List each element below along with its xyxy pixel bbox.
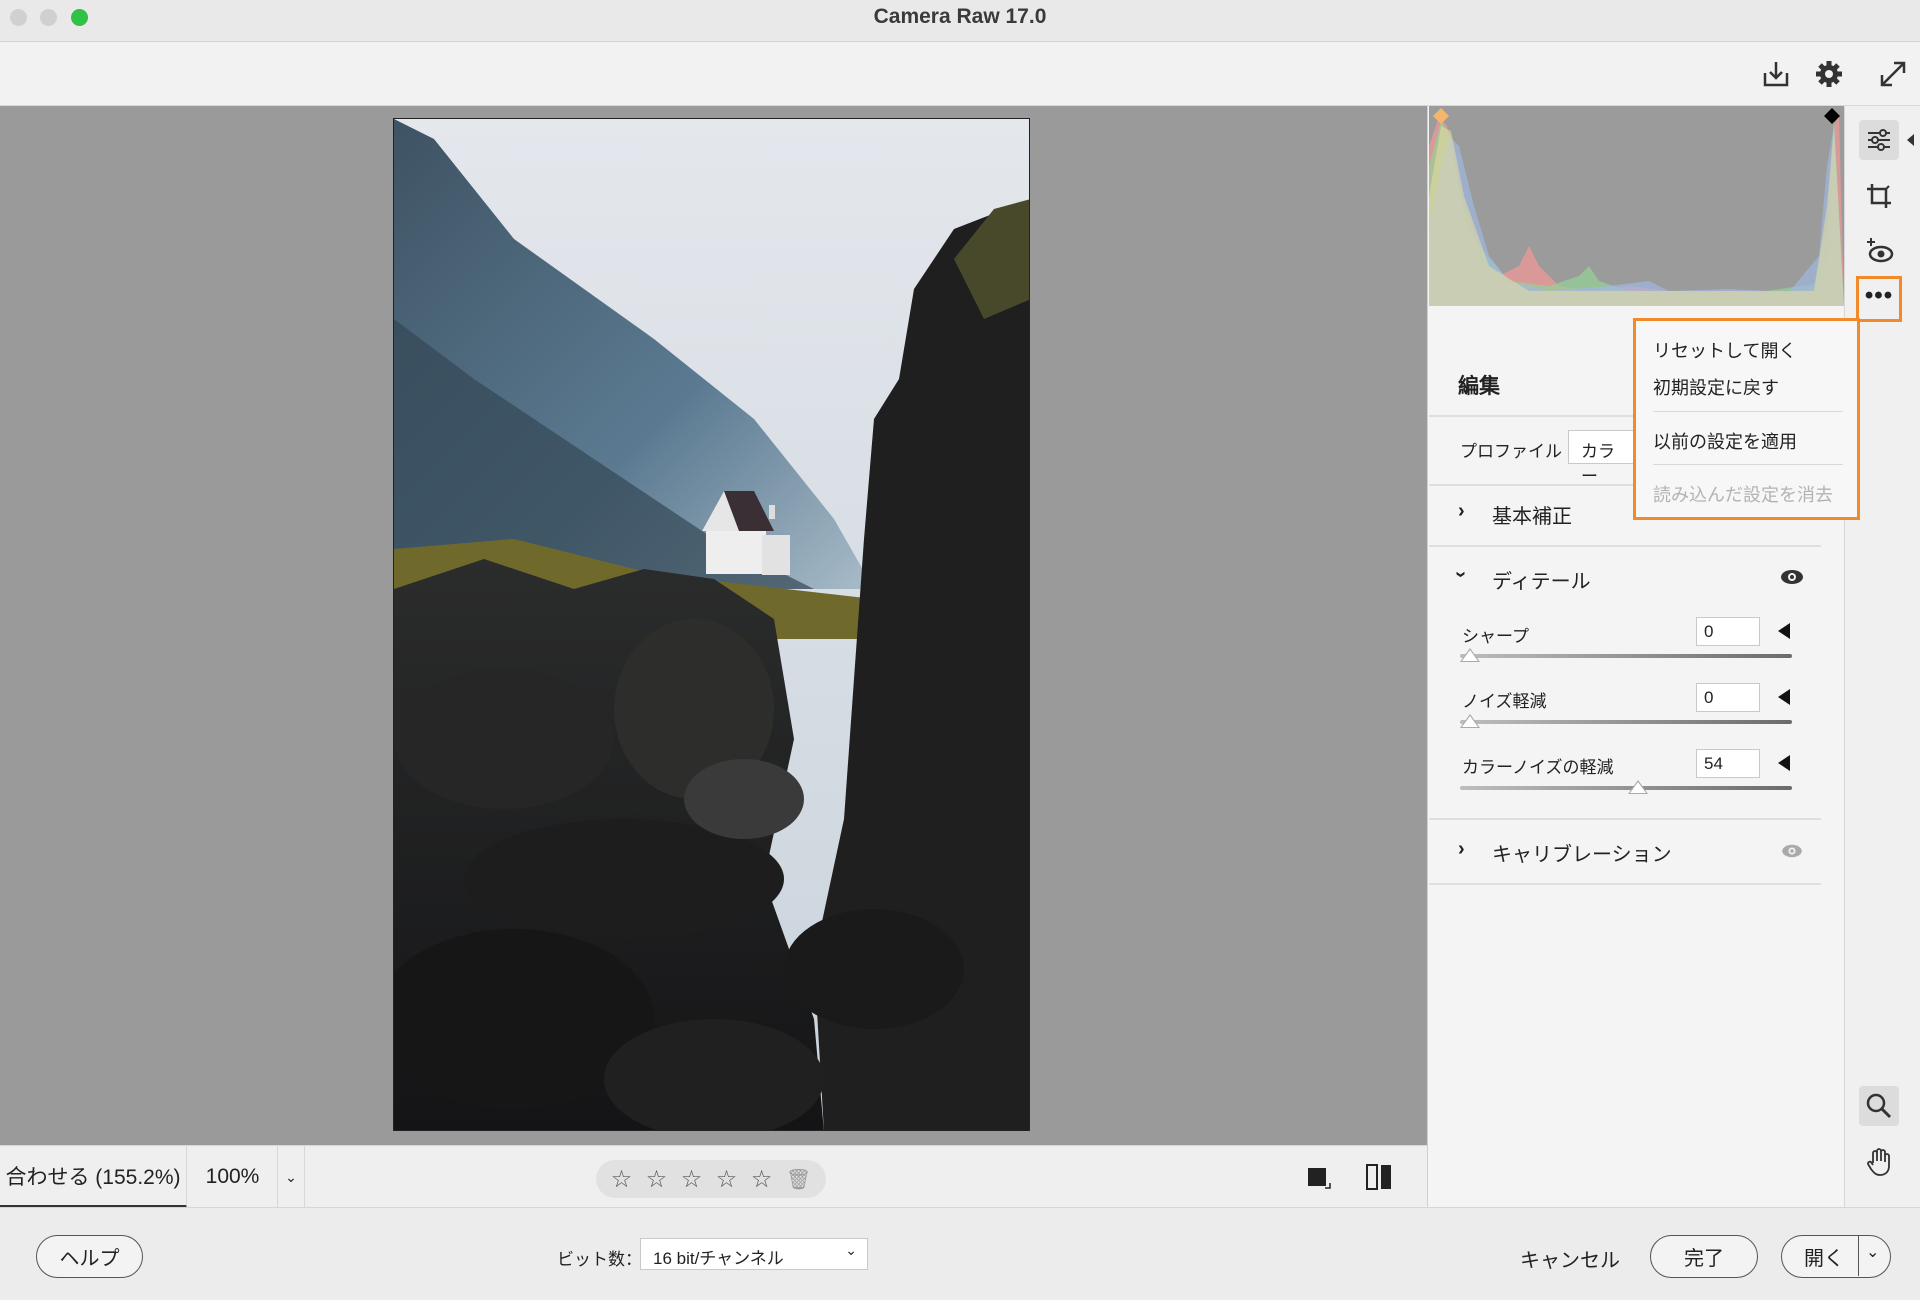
color-noise-track[interactable] xyxy=(1460,786,1792,790)
noise-thumb[interactable] xyxy=(1460,714,1480,728)
zoom-100-button[interactable]: 100% xyxy=(188,1146,278,1208)
profile-dropdown[interactable]: カラー xyxy=(1568,430,1638,486)
color-noise-value[interactable]: 54 xyxy=(1696,749,1760,778)
basic-section-title[interactable]: 基本補正 xyxy=(1492,500,1572,529)
hand-tool-button[interactable] xyxy=(1859,1142,1899,1182)
menu-item-reset-defaults[interactable]: 初期設定に戻す xyxy=(1653,374,1779,400)
toggle-view-button[interactable] xyxy=(1305,1164,1331,1195)
divider xyxy=(1429,818,1821,820)
fullscreen-button[interactable] xyxy=(1873,54,1913,94)
color-noise-label: カラーノイズの軽減 xyxy=(1462,758,1614,777)
gear-icon xyxy=(1816,61,1842,87)
landscape-photo xyxy=(394,119,1029,1130)
sharpen-label: シャープ xyxy=(1462,627,1529,646)
zoom-dropdown-button[interactable]: ⌄ xyxy=(278,1146,305,1208)
calibration-section-title[interactable]: キャリブレーション xyxy=(1492,838,1672,867)
detail-section-title[interactable]: ディテール xyxy=(1492,565,1591,594)
eye-icon xyxy=(1781,570,1803,584)
star-rating: ☆ ☆ ☆ ☆ ☆ 🗑 xyxy=(596,1160,826,1198)
star-3[interactable]: ☆ xyxy=(681,1165,703,1194)
edit-tool-button[interactable] xyxy=(1859,120,1899,160)
before-after-button[interactable] xyxy=(1364,1162,1394,1197)
divider xyxy=(1429,883,1821,885)
done-button[interactable]: 完了 xyxy=(1650,1235,1758,1278)
photo-preview[interactable] xyxy=(393,118,1030,1131)
ellipsis-icon: ••• xyxy=(1864,282,1894,309)
histogram xyxy=(1429,106,1844,306)
sharpen-thumb[interactable] xyxy=(1460,648,1480,662)
eye-icon xyxy=(1782,844,1802,858)
color-noise-thumb[interactable] xyxy=(1628,780,1649,794)
chevron-right-icon: › xyxy=(1458,838,1465,860)
split-divider xyxy=(1858,1236,1859,1276)
menu-item-apply-previous[interactable]: 以前の設定を適用 xyxy=(1653,428,1797,454)
chevron-right-icon: › xyxy=(1458,500,1465,522)
crop-icon xyxy=(1867,184,1891,208)
chevron-down-icon[interactable]: ⌄ xyxy=(1866,1242,1879,1262)
settings-button[interactable] xyxy=(1809,54,1849,94)
menu-item-clear-imported: 読み込んだ設定を消去 xyxy=(1653,485,1833,505)
divider xyxy=(1429,545,1821,547)
footer-bar: ヘルプ ビット数： 16 bit/チャンネル ⌄ キャンセル 完了 開く ⌄ xyxy=(0,1207,1920,1300)
open-button-label: 開く xyxy=(1804,1248,1844,1270)
zoom-tool-button[interactable] xyxy=(1859,1086,1899,1126)
menu-separator xyxy=(1653,464,1843,465)
sharpen-track[interactable] xyxy=(1460,654,1792,658)
view-bar: 合わせる (155.2%) 100% ⌄ ☆ ☆ ☆ ☆ ☆ 🗑 xyxy=(0,1145,1427,1208)
trash-icon[interactable]: 🗑 xyxy=(786,1167,811,1192)
image-canvas[interactable] xyxy=(0,106,1427,1145)
download-tray-icon xyxy=(1763,62,1789,87)
edit-title: 編集 xyxy=(1458,375,1500,398)
bitdepth-value: 16 bit/チャンネル xyxy=(653,1249,784,1268)
noise-reset-arrow[interactable] xyxy=(1778,689,1790,705)
bitdepth-select[interactable]: 16 bit/チャンネル ⌄ xyxy=(640,1238,868,1270)
crop-tool-button[interactable] xyxy=(1859,176,1899,216)
hand-icon xyxy=(1867,1148,1890,1176)
window-title: Camera Raw 17.0 xyxy=(873,5,1047,28)
cancel-button[interactable]: キャンセル xyxy=(1520,1244,1620,1273)
sliders-icon xyxy=(1868,129,1890,151)
zoom-fit-button[interactable]: 合わせる (155.2%) xyxy=(0,1146,187,1208)
red-eye-icon xyxy=(1867,238,1894,263)
sharpen-reset-arrow[interactable] xyxy=(1778,623,1790,639)
more-options-button[interactable]: ••• xyxy=(1856,276,1902,322)
detail-visibility-toggle[interactable] xyxy=(1780,568,1804,591)
detail-section-chevron[interactable]: › xyxy=(1449,571,1472,578)
expand-arrows-icon xyxy=(1880,61,1906,87)
basic-section-chevron[interactable]: › xyxy=(1458,500,1465,523)
square-view-icon xyxy=(1308,1168,1331,1189)
chevron-down-icon: ⌄ xyxy=(285,1168,297,1185)
chevron-down-icon: ⌄ xyxy=(845,1242,857,1258)
color-noise-reset-arrow[interactable] xyxy=(1778,755,1790,771)
redeye-tool-button[interactable] xyxy=(1859,230,1899,270)
star-5[interactable]: ☆ xyxy=(751,1165,773,1194)
menu-separator xyxy=(1653,411,1843,412)
calibration-visibility-toggle[interactable] xyxy=(1781,843,1803,864)
profile-label: プロファイル xyxy=(1460,442,1562,461)
bitdepth-label: ビット数： xyxy=(557,1250,642,1269)
chevron-down-icon: › xyxy=(1449,571,1472,578)
before-after-icon xyxy=(1366,1164,1391,1190)
star-1[interactable]: ☆ xyxy=(611,1165,633,1194)
title-bar: Camera Raw 17.0 xyxy=(0,0,1920,42)
noise-value[interactable]: 0 xyxy=(1696,683,1760,712)
panel-collapse-arrow[interactable] xyxy=(1907,134,1914,146)
more-options-menu: リセットして開く 初期設定に戻す 以前の設定を適用 読み込んだ設定を消去 xyxy=(1633,318,1860,520)
tool-strip: ••• xyxy=(1844,106,1920,1207)
calibration-section-chevron[interactable]: › xyxy=(1458,838,1465,861)
noise-label: ノイズ軽減 xyxy=(1462,692,1547,711)
magnifier-icon xyxy=(1866,1093,1892,1119)
top-toolbar xyxy=(0,42,1920,106)
star-2[interactable]: ☆ xyxy=(646,1165,668,1194)
star-4[interactable]: ☆ xyxy=(716,1165,738,1194)
help-button[interactable]: ヘルプ xyxy=(36,1235,143,1278)
sharpen-value[interactable]: 0 xyxy=(1696,617,1760,646)
open-button[interactable]: 開く ⌄ xyxy=(1781,1235,1891,1278)
save-image-button[interactable] xyxy=(1756,54,1796,94)
menu-item-reset-and-open[interactable]: リセットして開く xyxy=(1653,337,1796,363)
noise-track[interactable] xyxy=(1460,720,1792,724)
